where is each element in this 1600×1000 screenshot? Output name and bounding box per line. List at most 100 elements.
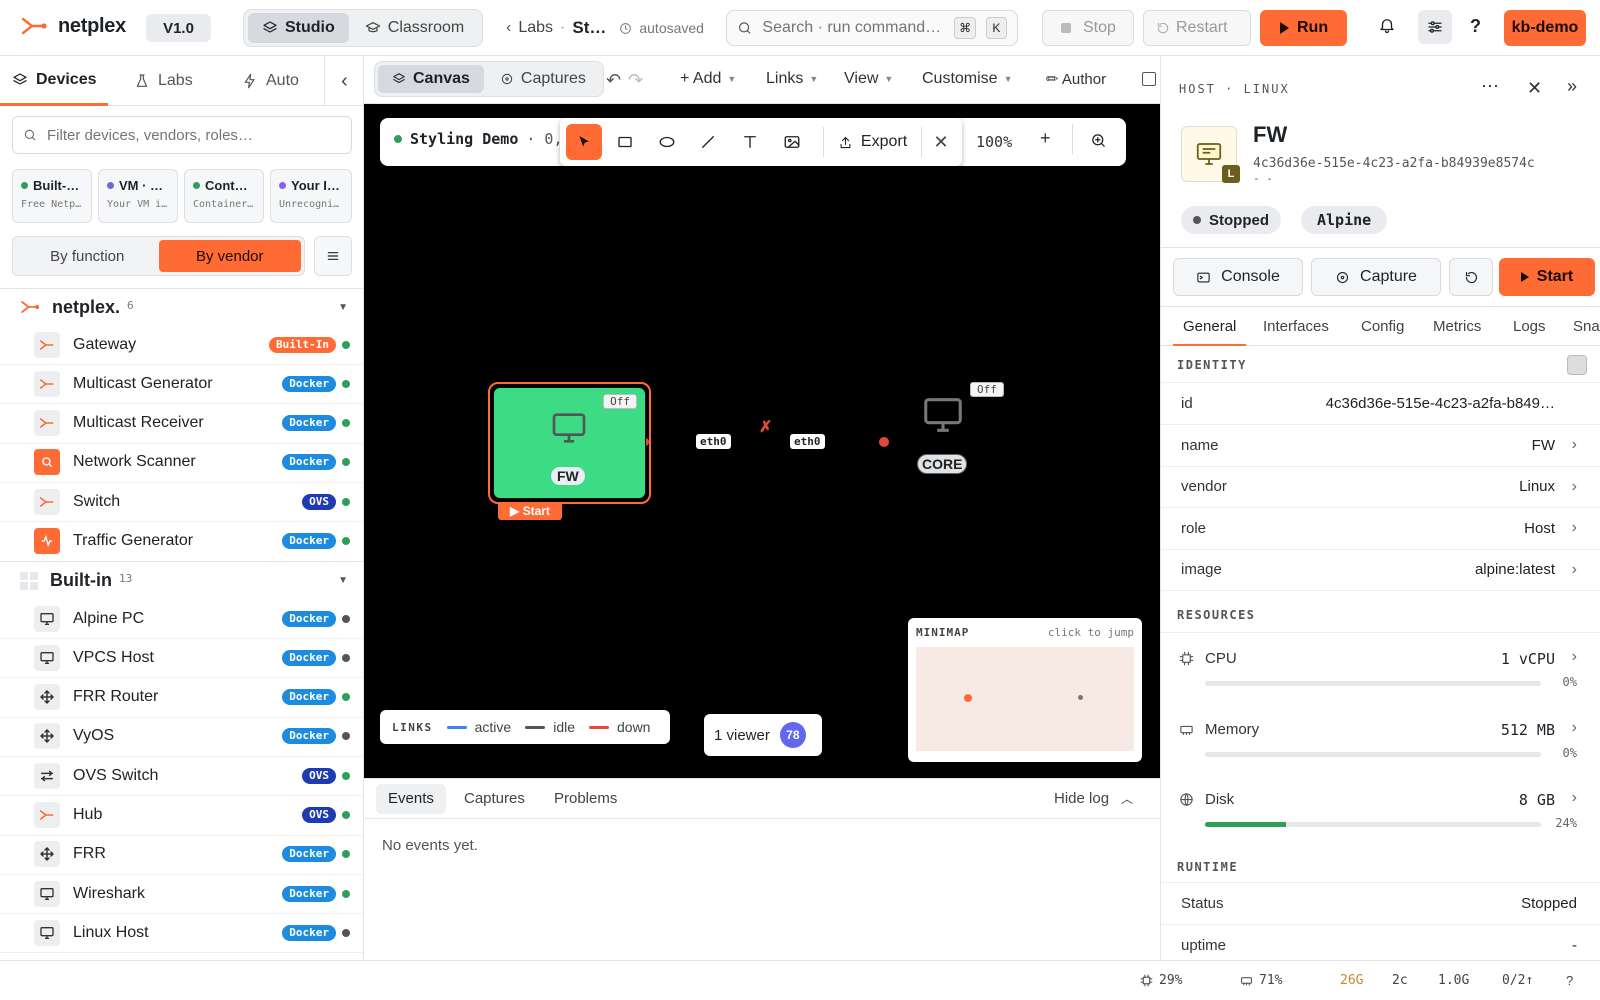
identity-toggle[interactable]: [1567, 355, 1587, 375]
expand-icon[interactable]: »: [1567, 76, 1577, 97]
device-row[interactable]: Multicast Generator Docker: [0, 364, 363, 405]
menu-links[interactable]: Links ▼: [766, 70, 818, 88]
device-row[interactable]: FRR Docker: [0, 835, 363, 875]
tab-interfaces[interactable]: Interfaces: [1263, 307, 1329, 347]
device-row[interactable]: Traffic Generator Docker: [0, 522, 363, 562]
category-card-container[interactable]: Cont… Container…: [184, 169, 264, 223]
console-button[interactable]: Console: [1173, 258, 1303, 296]
resource-row-memory[interactable]: Memory 512 MB › 0%: [1161, 704, 1600, 776]
device-row[interactable]: VPCS Host Docker: [0, 638, 363, 679]
undo-button[interactable]: ↶: [606, 70, 621, 91]
more-icon[interactable]: ⋯: [1481, 76, 1499, 97]
tab-labs[interactable]: Labs: [134, 56, 193, 106]
breadcrumb-labs[interactable]: Labs: [518, 19, 553, 37]
group-by-function[interactable]: By function: [16, 240, 159, 272]
command-search-input[interactable]: [762, 19, 945, 37]
author-button[interactable]: ✏ Author: [1046, 70, 1106, 88]
minimap[interactable]: MINIMAP click to jump: [908, 618, 1142, 762]
device-row[interactable]: Network Scanner Docker: [0, 443, 363, 483]
menu-add[interactable]: + Add ▼: [680, 70, 736, 88]
node-fw[interactable]: Off FW: [488, 382, 651, 504]
device-group-netplex[interactable]: netplex. 6 ▼: [0, 288, 363, 326]
device-name: FW: [1253, 122, 1288, 147]
close-icon[interactable]: ✕: [1527, 78, 1542, 99]
notifications-button[interactable]: [1378, 16, 1396, 34]
hide-log-button[interactable]: Hide log ︿: [1054, 784, 1133, 814]
stop-button[interactable]: Stop: [1042, 10, 1134, 46]
terminal-icon[interactable]: [1142, 72, 1156, 86]
device-row[interactable]: Linux Host Docker: [0, 913, 363, 954]
redo-button[interactable]: ↷: [628, 70, 643, 91]
field-key: uptime: [1181, 936, 1227, 954]
resource-row-disk[interactable]: Disk 8 GB › 24%: [1161, 774, 1600, 846]
search-icon: [738, 22, 751, 34]
device-row[interactable]: Switch OVS: [0, 482, 363, 523]
breadcrumb-current[interactable]: St…: [572, 18, 606, 38]
command-search[interactable]: ⌘ K: [726, 10, 1018, 46]
monitor-icon: [1196, 143, 1222, 165]
device-row[interactable]: VyOS Docker: [0, 717, 363, 757]
device-filter[interactable]: [12, 116, 352, 154]
tab-log-captures[interactable]: Captures: [464, 784, 525, 814]
minimap-viewport[interactable]: [916, 647, 1134, 751]
device-row[interactable]: FRR Router Docker: [0, 678, 363, 718]
category-card-vm[interactable]: VM · … Your VM i…: [98, 169, 178, 223]
identity-row-image[interactable]: image alpine:latest ›: [1161, 549, 1600, 591]
restart-button[interactable]: Restart: [1143, 10, 1251, 46]
start-device-button[interactable]: Start: [1499, 258, 1595, 296]
legend-active-swatch: [446, 725, 467, 729]
help-icon[interactable]: ?: [1566, 973, 1573, 988]
tab-classroom[interactable]: Classroom: [351, 13, 478, 43]
tab-auto[interactable]: Auto: [242, 56, 299, 106]
device-row[interactable]: Alpine PC Docker: [0, 599, 363, 639]
device-filter-input[interactable]: [47, 126, 337, 144]
tab-config[interactable]: Config: [1361, 307, 1404, 347]
topology-canvas[interactable]: Styling Demo · 0, Export ✕ 100% + eth0 ✗…: [364, 104, 1160, 778]
device-row[interactable]: Gateway Built-In: [0, 325, 363, 365]
runtime-badge: Docker: [282, 533, 336, 549]
tab-devices[interactable]: Devices: [0, 56, 108, 106]
chevron-left-icon[interactable]: ‹: [506, 19, 511, 37]
device-row[interactable]: Multicast Receiver Docker: [0, 404, 363, 444]
resource-row-cpu[interactable]: CPU 1 vCPU › 0%: [1161, 633, 1600, 705]
settings-button[interactable]: [1418, 10, 1452, 44]
tab-snapshots[interactable]: Snap: [1573, 307, 1600, 347]
category-card-builtin[interactable]: Built-… Free Netp…: [12, 169, 92, 223]
restart-device-button[interactable]: [1449, 258, 1493, 296]
device-row[interactable]: OVS Switch OVS: [0, 756, 363, 797]
user-menu-button[interactable]: kb-demo: [1504, 10, 1586, 46]
identity-row-vendor[interactable]: vendor Linux ›: [1161, 466, 1600, 508]
menu-customise[interactable]: Customise ▼: [922, 70, 1013, 88]
help-icon[interactable]: ?: [1470, 16, 1481, 37]
interface-label-fw[interactable]: eth0: [696, 434, 731, 449]
node-core[interactable]: Off CORE: [899, 382, 1039, 492]
device-row[interactable]: Wireshark Docker: [0, 874, 363, 915]
node-start-button[interactable]: ▶ Start: [498, 502, 562, 520]
tab-studio[interactable]: Studio: [248, 13, 349, 43]
menu-view[interactable]: View ▼: [844, 70, 893, 88]
device-row[interactable]: Hub OVS: [0, 796, 363, 836]
run-button[interactable]: Run: [1260, 10, 1347, 46]
identity-row-name[interactable]: name FW ›: [1161, 425, 1600, 467]
tab-logs[interactable]: Logs: [1513, 307, 1546, 347]
io-counter: 0/2↑: [1502, 973, 1534, 988]
tab-canvas[interactable]: Canvas: [378, 65, 484, 93]
chevron-down-icon[interactable]: ▼: [338, 575, 348, 586]
capture-button[interactable]: Capture: [1311, 258, 1441, 296]
tab-metrics[interactable]: Metrics: [1433, 307, 1481, 347]
category-card-your-images[interactable]: Your I… Unrecogni…: [270, 169, 352, 223]
logo[interactable]: netplex: [20, 14, 126, 38]
group-by-vendor[interactable]: By vendor: [158, 240, 301, 272]
chevron-down-icon[interactable]: ▼: [338, 302, 348, 313]
tab-problems[interactable]: Problems: [554, 784, 617, 814]
collapse-sidebar-button[interactable]: ‹: [324, 56, 363, 106]
list-view-button[interactable]: [314, 236, 352, 276]
viewer-count[interactable]: 1 viewer 78: [704, 714, 822, 756]
tab-general[interactable]: General: [1173, 307, 1247, 346]
device-group-builtin[interactable]: Built-in 13 ▼: [0, 561, 363, 599]
tab-events[interactable]: Events: [376, 784, 446, 814]
identity-row-id[interactable]: id 4c36d36e-515e-4c23-a2fa-b849…: [1161, 383, 1600, 425]
interface-label-core[interactable]: eth0: [790, 434, 825, 449]
identity-row-role[interactable]: role Host ›: [1161, 508, 1600, 550]
tab-captures[interactable]: Captures: [486, 65, 600, 93]
